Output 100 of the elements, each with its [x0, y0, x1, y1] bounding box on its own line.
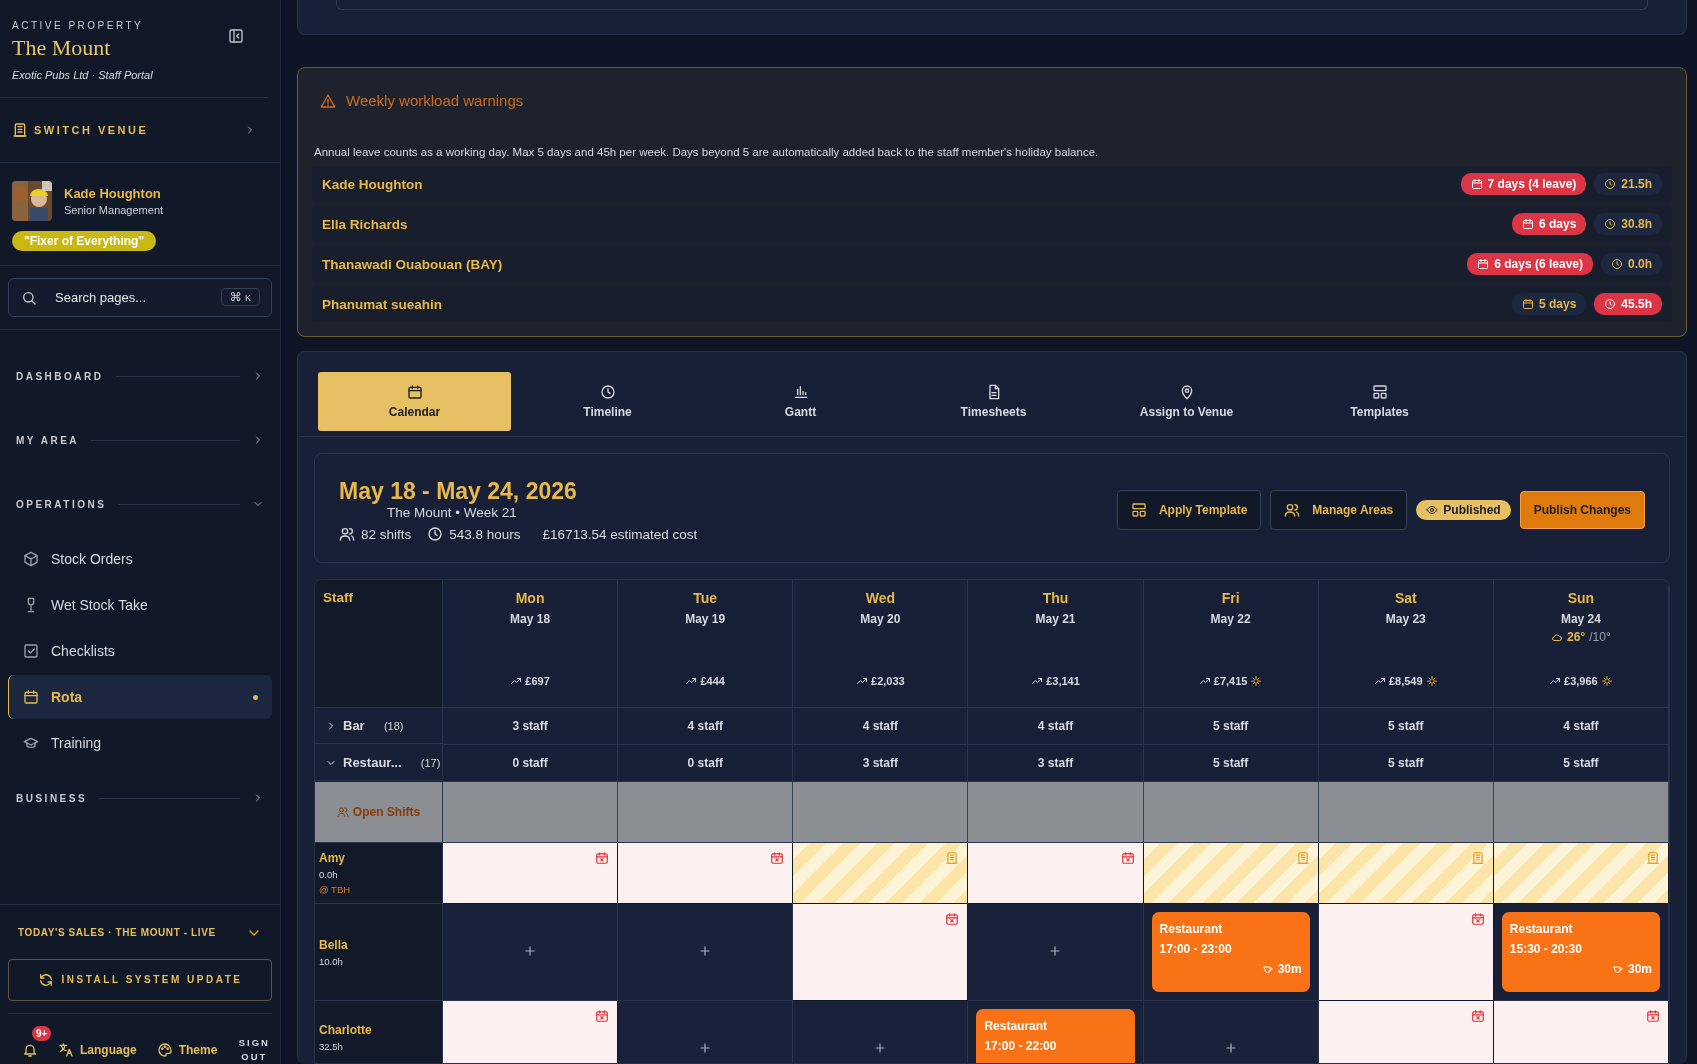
staff-hours: 10.0h: [319, 955, 344, 967]
sales-figure: £3,141: [1046, 675, 1080, 687]
area-toggle[interactable]: Restaur... (17): [315, 745, 443, 781]
calendar-icon: [1470, 178, 1483, 190]
clock-icon: [427, 526, 444, 542]
nav-section-header[interactable]: BUSINESS: [8, 766, 272, 830]
staff-count: 0 staff: [687, 756, 723, 770]
publish-button[interactable]: Publish Changes: [1519, 491, 1645, 529]
user-name: Kade Houghton: [64, 186, 162, 201]
install-update-button[interactable]: INSTALL SYSTEM UPDATE: [8, 958, 272, 1001]
user-tag: "Fixer of Everything": [12, 231, 157, 251]
nav-section-header[interactable]: OPERATIONS: [8, 472, 272, 536]
open-shift-slot[interactable]: [1493, 782, 1669, 843]
staff-name: Kade Houghton: [322, 176, 424, 192]
break-length: 30m: [1277, 962, 1302, 976]
staff-count: 4 staff: [1563, 719, 1599, 733]
open-shift-slot[interactable]: [968, 782, 1144, 843]
hours-badge: 0.0h: [1601, 253, 1662, 275]
sales-figure: £8,549: [1388, 675, 1423, 687]
nav-item[interactable]: Rota: [8, 675, 272, 719]
building-icon: [1646, 851, 1660, 865]
days-badge: 6 days (6 leave): [1467, 253, 1593, 275]
calendar-cross-icon: [945, 912, 960, 926]
coffee-cup-icon: [1611, 963, 1624, 975]
trend-icon: [856, 675, 868, 687]
staff-note: @ TBH: [319, 884, 352, 895]
calendar-cross-icon: [1470, 1009, 1485, 1023]
plus-icon: [1048, 943, 1063, 958]
area-toggle[interactable]: Bar (18): [315, 708, 443, 744]
plus-icon: [698, 1041, 713, 1055]
staff-count: 0 staff: [512, 756, 548, 770]
staff-count: 5 staff: [1388, 719, 1424, 733]
tab[interactable]: Templates: [1283, 372, 1476, 431]
switch-venue-button[interactable]: SWITCH VENUE: [0, 98, 280, 163]
graduation-cap-icon: [23, 735, 39, 751]
staff-count: 5 staff: [1212, 756, 1249, 770]
staff-hours: 0.0h: [319, 869, 339, 880]
nav-item[interactable]: Checklists: [8, 629, 272, 673]
day-date: May 24: [1560, 612, 1601, 626]
box-icon: [23, 551, 39, 567]
building-icon: [12, 122, 28, 138]
theme-button[interactable]: Theme: [156, 1041, 218, 1058]
warnings-title: Weekly workload warnings: [346, 92, 524, 109]
open-shift-slot[interactable]: [1143, 782, 1319, 843]
nav-item[interactable]: Training: [8, 721, 272, 765]
apply-template-button[interactable]: Apply Template: [1116, 490, 1262, 530]
shift-count: 82 shifts: [361, 526, 412, 542]
sign-out-button[interactable]: SIGN OUT: [237, 1035, 272, 1064]
trend-icon: [510, 675, 523, 687]
week-subtitle: The Mount • Week 21: [386, 505, 518, 520]
sales-dropdown[interactable]: TODAY'S SALES · THE MOUNT - LIVE: [8, 904, 272, 959]
day-date: May 23: [1385, 612, 1426, 626]
calendar-cross-icon: [770, 851, 785, 865]
nav-section-header[interactable]: DASHBOARD: [8, 344, 272, 408]
nav-item[interactable]: Stock Orders: [8, 537, 272, 581]
trend-icon: [685, 675, 698, 687]
nav-section-header[interactable]: MY AREA: [8, 408, 272, 472]
tab[interactable]: Calendar: [318, 372, 511, 431]
sparkle-icon: [1250, 675, 1263, 687]
trend-icon: [1031, 675, 1044, 687]
day-date: May 21: [1035, 612, 1076, 626]
building-icon: [945, 851, 960, 865]
tab[interactable]: Timeline: [511, 372, 704, 431]
layout-icon: [1130, 502, 1147, 518]
manage-areas-button[interactable]: Manage Areas: [1270, 490, 1408, 530]
tab[interactable]: Gantt: [704, 372, 897, 431]
checkbox-icon: [23, 643, 39, 659]
shift-time: 17:00 - 23:00: [1159, 942, 1233, 956]
language-button[interactable]: Language: [58, 1041, 137, 1058]
weather-forecast: 26° /10°: [1551, 630, 1611, 644]
tab[interactable]: Timesheets: [897, 372, 1090, 431]
open-shift-slot[interactable]: [618, 782, 794, 843]
sparkle-icon: [1425, 675, 1438, 687]
shortcut-hint: ⌘ K: [220, 288, 260, 306]
staff-count: 5 staff: [1388, 756, 1424, 770]
tab[interactable]: Assign to Venue: [1090, 372, 1283, 431]
clock-icon: [1604, 178, 1617, 190]
nav-item[interactable]: Wet Stock Take: [8, 583, 272, 627]
open-shift-slot[interactable]: [793, 782, 969, 843]
column-header: Staff: [323, 590, 353, 605]
day-date: May 18: [510, 612, 551, 626]
staff-name: Bella: [319, 937, 349, 952]
staff-count: 4 staff: [862, 719, 898, 733]
venue-title: The Mount: [12, 35, 112, 61]
clock-icon: [599, 384, 616, 400]
plus-icon: [698, 943, 713, 958]
portal-subtitle: Exotic Pubs Ltd · Staff Portal: [12, 69, 153, 81]
open-shift-slot[interactable]: [1318, 782, 1494, 843]
open-shifts-label: Open Shifts: [336, 805, 421, 819]
eyebrow-label: ACTIVE PROPERTY: [12, 20, 145, 31]
users-icon: [1284, 502, 1301, 518]
building-icon: [1470, 851, 1485, 865]
calendar-icon: [23, 689, 39, 705]
status-badge: Published: [1416, 500, 1511, 520]
open-shift-slot[interactable]: [443, 782, 619, 843]
estimated-cost: £16713.54 estimated cost: [542, 526, 698, 542]
staff-count: 3 staff: [512, 719, 548, 733]
staff-count: 4 staff: [1037, 719, 1074, 733]
bar-chart-icon: [792, 384, 809, 400]
day-date: May 20: [860, 612, 901, 626]
